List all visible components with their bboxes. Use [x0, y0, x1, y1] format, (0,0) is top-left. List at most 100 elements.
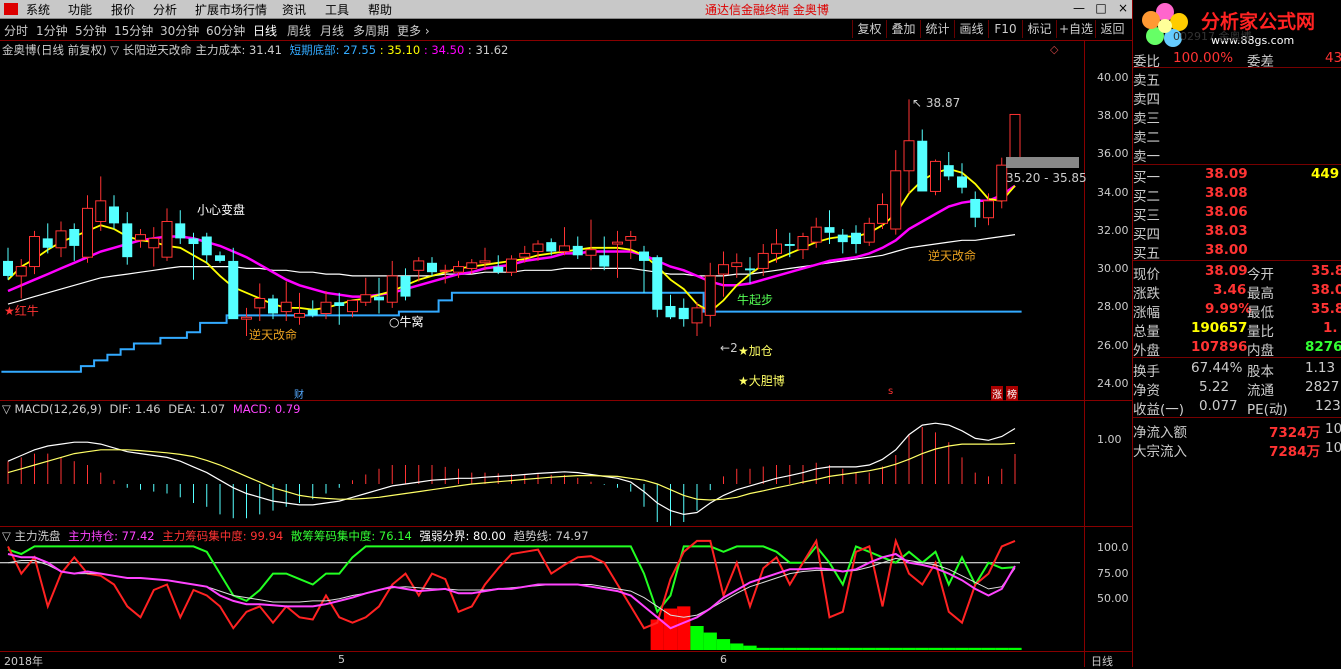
candle-body [757, 252, 769, 269]
period-tab[interactable]: 多周期 [353, 22, 389, 39]
menu-news[interactable]: 资讯 [282, 1, 306, 18]
candle-body [69, 229, 80, 246]
menu-tools[interactable]: 工具 [325, 1, 349, 18]
annot-reverse-2: 逆天改命 [928, 249, 977, 263]
annot-range: 35.20 - 35.85 [1006, 171, 1087, 185]
diamond-icon[interactable]: ◇ [1050, 43, 1058, 56]
candle-body [797, 236, 809, 251]
macd-val: MACD: 0.79 [232, 402, 301, 416]
adjust-button[interactable]: 复权 [852, 20, 886, 38]
candle-body [42, 238, 53, 248]
candle-body [360, 294, 372, 303]
period-tab-more[interactable]: 更多 › [397, 22, 430, 39]
x-month-6: 6 [720, 653, 727, 666]
bid-row[interactable]: 买一 38.09 449 [1133, 165, 1341, 186]
chip-bar [836, 647, 850, 650]
candle-body [559, 245, 570, 253]
candle-body [15, 266, 27, 277]
stat-value: 107896 [1191, 339, 1248, 355]
stat-row: 收益(一) 0.077 PE(动) 123 [1133, 397, 1341, 418]
indicator-name[interactable]: ▽ 长阳逆天改命 [110, 43, 192, 57]
menu-ext-market[interactable]: 扩展市场行情 [195, 1, 267, 18]
annot-red-bull: ★红牛 [4, 304, 39, 318]
candle-body [188, 238, 199, 245]
dea-series [7, 442, 1016, 501]
finance-marker[interactable]: 财 [294, 386, 304, 401]
chip-bar [796, 647, 810, 650]
period-tab[interactable]: 15分钟 [114, 22, 153, 39]
bid-row[interactable]: 买五 38.00 [1133, 241, 1341, 262]
weibi-value: 100.00% [1173, 50, 1234, 66]
period-tab[interactable]: 1分钟 [36, 22, 68, 39]
wash-strong: 强弱分界: 80.00 [419, 529, 506, 543]
menu-help[interactable]: 帮助 [368, 1, 392, 18]
candle-body [837, 234, 848, 243]
macd-y-tick: 1.00 [1097, 433, 1122, 446]
chip-bar [756, 647, 770, 650]
bid-row[interactable]: 买三 38.06 [1133, 203, 1341, 224]
period-tab[interactable]: 周线 [287, 22, 311, 39]
cost-value: 31.41 [248, 43, 282, 57]
wash-title[interactable]: ▽ 主力洗盘 [2, 529, 61, 543]
menu-quote[interactable]: 报价 [111, 1, 135, 18]
bid-row[interactable]: 买四 38.03 [1133, 222, 1341, 243]
flow-row: 大宗流入 7284万 10 [1133, 439, 1341, 460]
period-tab[interactable]: 月线 [320, 22, 344, 39]
stat-value: 5.22 [1199, 379, 1230, 395]
flower-logo-icon [1142, 3, 1188, 47]
stat-value: 2827 [1305, 379, 1340, 395]
bid-label: 买二 [1133, 189, 1160, 205]
wash-header: ▽ 主力洗盘 主力持仓: 77.42 主力筹码集中度: 99.94 散筹筹码集中… [2, 528, 589, 544]
chip-bar [690, 626, 704, 650]
candle-body [400, 275, 411, 297]
candle-body [280, 301, 292, 313]
period-tab[interactable]: 5分钟 [75, 22, 107, 39]
annot-low-mark: ←2 [720, 341, 738, 355]
bid-row[interactable]: 买二 38.08 [1133, 184, 1341, 205]
draw-button[interactable]: 画线 [954, 20, 988, 38]
window-title: 通达信金融终端 金奥博 [705, 3, 829, 17]
ask-label: 卖五 [1133, 73, 1160, 89]
candle-body [479, 260, 491, 264]
macd-header: ▽ MACD(12,26,9) DIF: 1.46 DEA: 1.07 MACD… [2, 402, 300, 416]
annot-caution: 小心变盘 [197, 203, 246, 217]
candle-body [3, 260, 13, 276]
rank-badge[interactable]: 榜 [1006, 386, 1018, 401]
add-watchlist-button[interactable]: +自选 [1056, 20, 1095, 38]
period-tab[interactable]: 分时 [4, 22, 28, 39]
period-tab[interactable]: 60分钟 [206, 22, 245, 39]
back-button[interactable]: 返回 [1095, 20, 1129, 38]
chip-bar [730, 643, 744, 650]
panel-divider [0, 526, 1132, 527]
stat-label: 内盘 [1247, 343, 1274, 359]
candle-body [386, 275, 398, 303]
menu-function[interactable]: 功能 [68, 1, 92, 18]
chip-bar [968, 647, 982, 650]
stat-label: 净资 [1133, 383, 1160, 399]
chip-bar [995, 647, 1009, 650]
kline-chart[interactable] [0, 40, 1132, 667]
close-icon[interactable]: × [1116, 1, 1130, 15]
overlay-button[interactable]: 叠加 [886, 20, 920, 38]
candle-body [731, 262, 743, 268]
candle-body [784, 244, 795, 246]
y-tick: 40.00 [1097, 71, 1129, 84]
minimize-icon[interactable]: — [1072, 1, 1086, 15]
menu-analysis[interactable]: 分析 [153, 1, 177, 18]
maximize-icon[interactable]: □ [1094, 1, 1108, 15]
stock-code: 002917 金奥博 [1173, 30, 1252, 43]
f10-button[interactable]: F10 [988, 20, 1022, 38]
candle-body [241, 316, 252, 320]
bid-price: 38.06 [1205, 204, 1248, 220]
s-marker[interactable]: s [888, 386, 893, 397]
macd-title[interactable]: ▽ MACD(12,26,9) [2, 402, 102, 416]
limit-up-badge[interactable]: 涨 [991, 386, 1003, 401]
menu-system[interactable]: 系统 [26, 1, 50, 18]
stats-button[interactable]: 统计 [920, 20, 954, 38]
flow-value-2: 10 [1325, 421, 1341, 437]
cost-label: 主力成本: [195, 43, 246, 57]
period-tab[interactable]: 30分钟 [160, 22, 199, 39]
mark-button[interactable]: 标记 [1022, 20, 1056, 38]
period-tab-active[interactable]: 日线 [253, 22, 277, 39]
chip-bar [942, 647, 956, 650]
